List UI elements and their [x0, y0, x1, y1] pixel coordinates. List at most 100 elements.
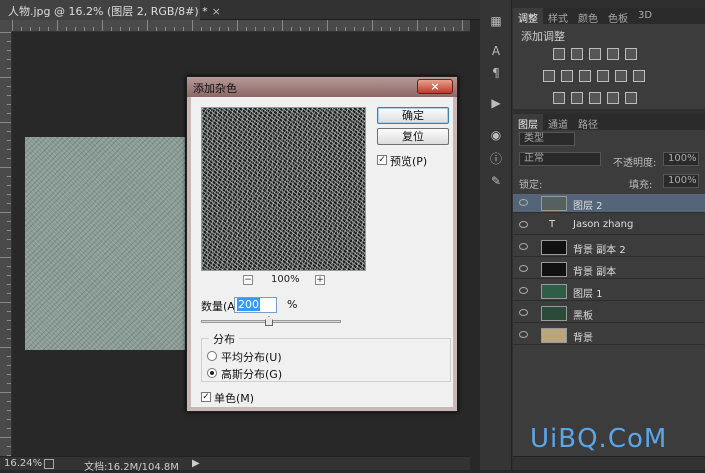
visibility-eye-icon[interactable]	[519, 199, 528, 206]
layer-name: 背景 副本 2	[573, 245, 626, 256]
visibility-eye-icon[interactable]	[519, 309, 528, 316]
info-icon[interactable]: ⓘ	[489, 152, 503, 166]
ruler-tick	[12, 20, 13, 31]
layer-thumbnail[interactable]	[541, 240, 567, 255]
layer-thumbnail[interactable]	[541, 196, 567, 211]
layer-row[interactable]: 背景 副本	[513, 260, 705, 279]
threshold-icon[interactable]	[589, 92, 601, 104]
uniform-radio[interactable]	[207, 351, 217, 361]
ruler-tick	[237, 20, 238, 31]
actions-play-icon[interactable]: ▶	[489, 96, 503, 110]
visibility-eye-icon[interactable]	[519, 243, 528, 250]
uniform-label: 平均分布(U)	[221, 351, 282, 364]
preview-checkbox[interactable]: ✓	[377, 155, 387, 165]
adjustments-title: 添加调整	[521, 30, 565, 43]
brightness-icon[interactable]	[553, 48, 565, 60]
layer-row[interactable]: 黑板	[513, 304, 705, 323]
ruler-tick	[0, 392, 11, 393]
dialog-titlebar[interactable]: 添加杂色 ×	[187, 77, 457, 97]
brush-presets-icon[interactable]: ✎	[489, 174, 503, 188]
tab-channels[interactable]: 通道	[543, 114, 573, 131]
tab-styles[interactable]: 样式	[543, 8, 573, 25]
layer-row[interactable]: 背景 副本 2	[513, 238, 705, 257]
add-noise-dialog: 添加杂色 × − 100% + 确定 复位 ✓ 预览(P) 数量(A): 200…	[186, 76, 458, 412]
noise-preview[interactable]	[201, 107, 366, 271]
black-white-icon[interactable]	[579, 70, 591, 82]
color-balance-icon[interactable]	[561, 70, 573, 82]
ruler-tick	[102, 20, 103, 31]
exposure-icon[interactable]	[607, 48, 619, 60]
history-icon[interactable]: ▦	[489, 14, 503, 28]
tab-3d[interactable]: 3D	[633, 8, 657, 24]
levels-icon[interactable]	[571, 48, 583, 60]
monochromatic-checkbox[interactable]: ✓	[201, 392, 211, 402]
ruler-tick	[57, 20, 58, 31]
ruler-tick	[0, 32, 11, 33]
visibility-eye-icon[interactable]	[519, 331, 528, 338]
vibrance-icon[interactable]	[625, 48, 637, 60]
close-tab-icon[interactable]: ×	[212, 5, 221, 18]
gaussian-radio[interactable]	[207, 368, 217, 378]
fill-label: 填充:	[629, 180, 653, 191]
fill-input[interactable]: 100%	[663, 174, 699, 188]
amount-unit: %	[287, 298, 298, 311]
posterize-icon[interactable]	[571, 92, 583, 104]
zoom-in-button[interactable]: +	[315, 275, 325, 285]
invert-icon[interactable]	[553, 92, 565, 104]
ok-button[interactable]: 确定	[377, 107, 449, 124]
tab-layers[interactable]: 图层	[513, 114, 543, 131]
blend-mode-select[interactable]: 正常	[519, 152, 601, 166]
visibility-eye-icon[interactable]	[519, 287, 528, 294]
reset-button[interactable]: 复位	[377, 128, 449, 145]
status-menu-arrow-icon[interactable]: ▶	[192, 458, 200, 469]
layer-filter-select[interactable]: 类型	[519, 132, 575, 146]
layer-thumbnail[interactable]	[541, 306, 567, 321]
visibility-eye-icon[interactable]	[519, 265, 528, 272]
zoom-out-button[interactable]: −	[243, 275, 253, 285]
layer-row[interactable]: 背景	[513, 326, 705, 345]
tab-color[interactable]: 颜色	[573, 8, 603, 25]
lock-label: 锁定:	[519, 180, 543, 191]
preview-zoom-level: 100%	[271, 274, 300, 285]
layer-thumbnail[interactable]	[541, 262, 567, 277]
export-icon[interactable]	[44, 459, 54, 469]
document-image[interactable]	[25, 137, 185, 350]
channel-mixer-icon[interactable]	[615, 70, 627, 82]
tab-paths[interactable]: 路径	[573, 114, 603, 131]
document-tab[interactable]: 人物.jpg @ 16.2% (图层 2, RGB/8#) * ×	[0, 0, 221, 20]
hue-saturation-icon[interactable]	[543, 70, 555, 82]
photo-filter-icon[interactable]	[597, 70, 609, 82]
tool-presets-icon[interactable]: ◉	[489, 128, 503, 142]
layer-thumbnail[interactable]	[541, 328, 567, 343]
ruler-tick	[417, 20, 418, 31]
doc-size-info: 文档:16.2M/104.8M	[84, 462, 179, 473]
character-icon[interactable]: A	[489, 44, 503, 58]
ruler-tick	[0, 257, 11, 258]
layers-tabs: 图层 通道 路径	[513, 114, 705, 131]
amount-slider-thumb[interactable]	[265, 316, 273, 326]
layer-row[interactable]: 图层 2	[513, 194, 705, 213]
selective-color-icon[interactable]	[607, 92, 619, 104]
color-lookup-icon[interactable]	[633, 70, 645, 82]
layer-row[interactable]: T Jason zhang	[513, 216, 705, 235]
ruler-tick	[0, 167, 11, 168]
paragraph-icon[interactable]: ¶	[489, 66, 503, 80]
tab-adjustments[interactable]: 调整	[513, 8, 543, 25]
zoom-readout[interactable]: 16.24%	[4, 458, 42, 469]
layer-name: 黑板	[573, 311, 593, 322]
opacity-label: 不透明度:	[613, 158, 657, 169]
opacity-input[interactable]: 100%	[663, 152, 699, 166]
layer-row[interactable]: 图层 1	[513, 282, 705, 301]
dialog-close-button[interactable]: ×	[417, 79, 453, 94]
ruler-tick	[0, 212, 11, 213]
ruler-tick	[0, 347, 11, 348]
visibility-eye-icon[interactable]	[519, 221, 528, 228]
fill-value: 100%	[668, 175, 697, 186]
amount-input[interactable]: 200	[234, 297, 277, 313]
layer-thumbnail[interactable]	[541, 284, 567, 299]
gradient-map-icon[interactable]	[625, 92, 637, 104]
tab-swatches[interactable]: 色板	[603, 8, 633, 25]
curves-icon[interactable]	[589, 48, 601, 60]
dialog-title: 添加杂色	[193, 82, 237, 95]
adjustments-tabs: 调整 样式 颜色 色板 3D	[513, 8, 705, 25]
